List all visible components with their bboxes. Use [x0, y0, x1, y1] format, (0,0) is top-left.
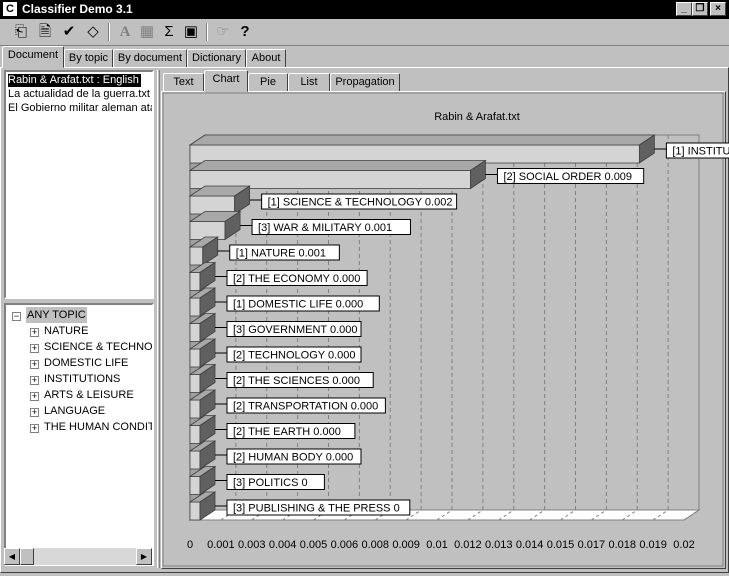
expand-icon[interactable]: +	[30, 344, 39, 353]
document-list[interactable]: Rabin & Arafat.txt : English La actualid…	[4, 70, 154, 299]
tree-horizontal-scrollbar[interactable]: ◀ ▶	[4, 548, 152, 565]
document-item[interactable]: Rabin & Arafat.txt : English	[8, 74, 141, 87]
tree-item-nature[interactable]: NATURE	[44, 323, 88, 339]
expand-icon[interactable]: +	[30, 392, 39, 401]
grid-icon[interactable]: ▦	[136, 21, 158, 43]
scroll-thumb[interactable]	[20, 548, 34, 565]
tab-propagation[interactable]: Propagation	[330, 73, 400, 92]
collapse-icon[interactable]: −	[12, 312, 21, 321]
document-item[interactable]: El Gobierno militar aleman atac	[8, 102, 152, 115]
window-title: Classifier Demo 3.1	[22, 2, 133, 16]
document-item[interactable]: La actualidad de la guerra.txt :	[8, 88, 152, 101]
tree-root[interactable]: ANY TOPIC	[26, 307, 87, 323]
tree-item-science-technology[interactable]: SCIENCE & TECHNOLO	[44, 339, 152, 355]
tab-list[interactable]: List	[288, 73, 330, 92]
toolbar-separator	[108, 23, 110, 41]
topic-tree[interactable]: − ANY TOPIC + NATURE + SCIENCE & TECHNOL…	[4, 303, 154, 566]
tab-pie[interactable]: Pie	[248, 73, 288, 92]
toolbar: ⎗ 🗎 ✔ ◇ A ▦ Σ ▣ ☞ ?	[0, 19, 729, 46]
chart-panel	[161, 91, 726, 569]
expand-icon[interactable]: +	[30, 408, 39, 417]
scroll-right-icon[interactable]: ▶	[136, 548, 152, 565]
tree-item-language[interactable]: LANGUAGE	[44, 403, 105, 419]
pointer-icon[interactable]: ☞	[212, 21, 234, 43]
tab-text[interactable]: Text	[163, 73, 204, 92]
open-folder-icon[interactable]: ⎗	[10, 21, 32, 43]
eraser-icon[interactable]: ◇	[82, 21, 104, 43]
tab-chart[interactable]: Chart	[204, 70, 248, 92]
sigma-icon[interactable]: Σ	[158, 21, 180, 43]
help-icon[interactable]: ?	[234, 21, 256, 43]
tree-item-domestic-life[interactable]: DOMESTIC LIFE	[44, 355, 128, 371]
tree-item-arts-leisure[interactable]: ARTS & LEISURE	[44, 387, 134, 403]
check-icon[interactable]: ✔	[58, 21, 80, 43]
tree-item-institutions[interactable]: INSTITUTIONS	[44, 371, 120, 387]
minimize-button[interactable]: _	[676, 2, 692, 16]
font-icon[interactable]: A	[114, 21, 136, 43]
tab-dictionary[interactable]: Dictionary	[187, 49, 246, 68]
document-icon[interactable]: 🗎	[34, 21, 56, 43]
toolbar-separator	[206, 23, 208, 41]
expand-icon[interactable]: +	[30, 360, 39, 369]
tab-by-document[interactable]: By document	[113, 49, 187, 68]
expand-icon[interactable]: +	[30, 424, 39, 433]
app-icon[interactable]: C	[3, 2, 17, 16]
scroll-left-icon[interactable]: ◀	[4, 548, 20, 565]
expand-icon[interactable]: +	[30, 328, 39, 337]
tab-document[interactable]: Document	[2, 46, 64, 68]
tab-by-topic[interactable]: By topic	[64, 49, 113, 68]
restore-button[interactable]: ❐	[692, 2, 708, 16]
tab-about[interactable]: About	[246, 49, 286, 68]
title-bar: C Classifier Demo 3.1 _ ❐ ×	[0, 0, 729, 19]
splitter[interactable]	[157, 70, 160, 568]
film-icon[interactable]: ▣	[180, 21, 202, 43]
close-button[interactable]: ×	[710, 2, 726, 16]
tree-item-human-condition[interactable]: THE HUMAN CONDIT	[44, 419, 152, 435]
expand-icon[interactable]: +	[30, 376, 39, 385]
